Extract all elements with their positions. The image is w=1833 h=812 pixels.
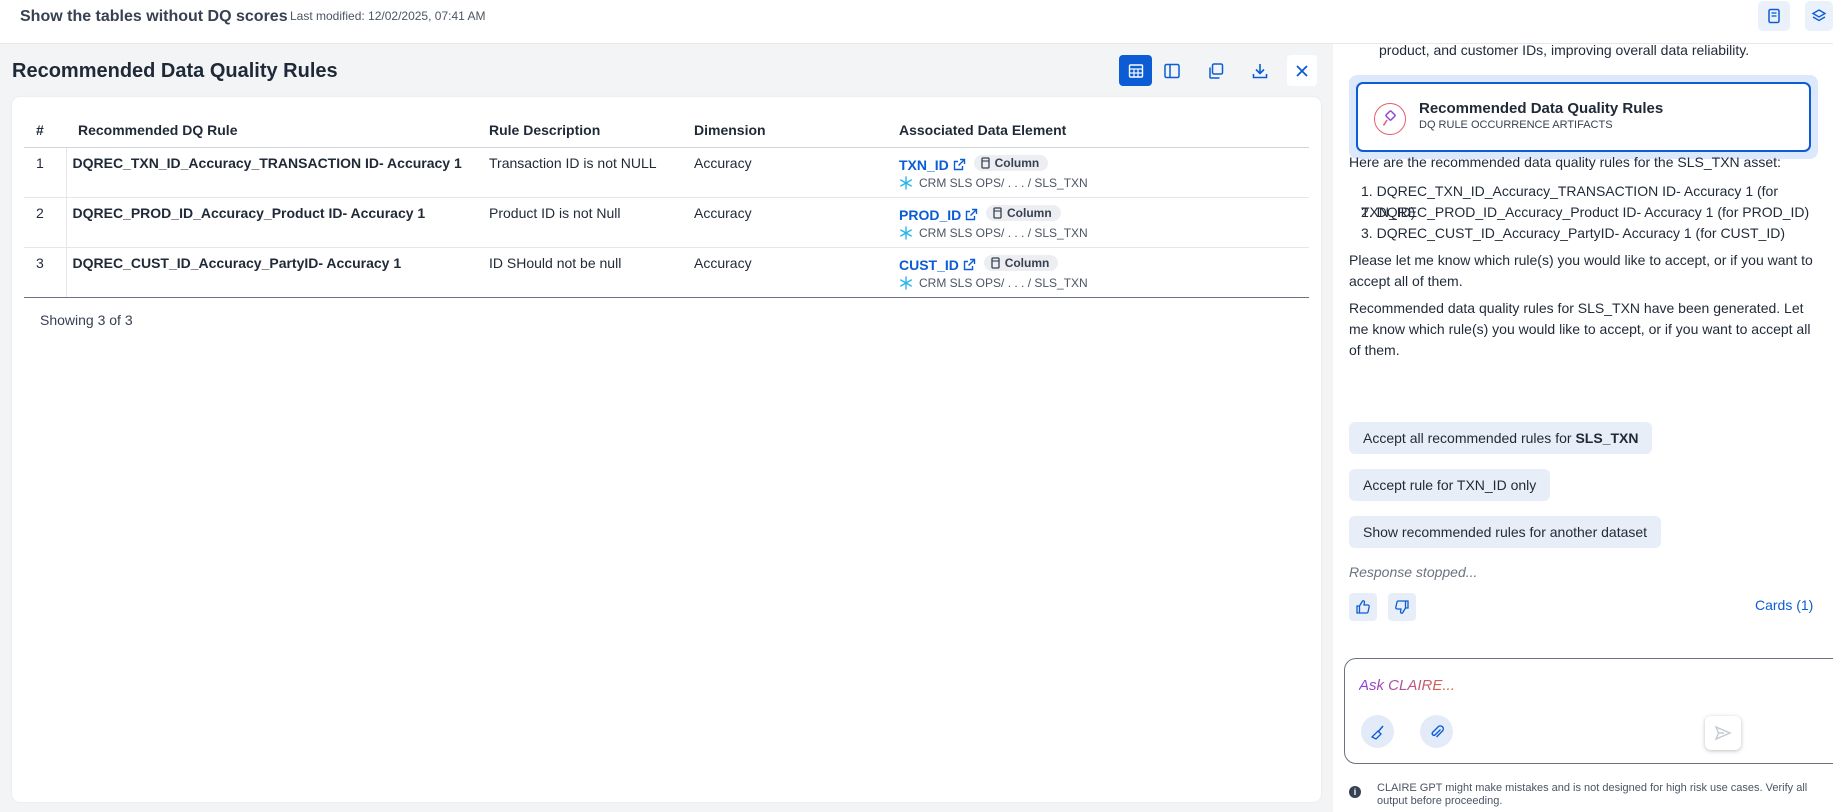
column-icon — [980, 156, 990, 169]
data-element-link[interactable]: TXN_ID — [899, 157, 949, 173]
snowflake-icon — [900, 275, 912, 290]
rule-description: Product ID is not Null — [477, 197, 682, 248]
last-modified: Last modified: 12/02/2025, 07:41 AM — [290, 9, 486, 23]
rules-table: # Recommended DQ Rule Rule Description D… — [24, 113, 1309, 298]
copy-icon — [1208, 62, 1223, 79]
rule-dimension: Accuracy — [682, 247, 887, 298]
column-header: # — [24, 113, 66, 148]
type-chip: Column — [973, 154, 1049, 171]
document-icon — [1768, 8, 1780, 24]
accept-one-suggestion[interactable]: Accept rule for TXN_ID only — [1349, 469, 1551, 501]
column-icon — [993, 206, 1002, 219]
send-button[interactable] — [1705, 716, 1741, 750]
associated-element: TXN_ID Column CRM SLS OPS/ . . . / SLS_T… — [887, 147, 1309, 198]
send-icon — [1714, 725, 1732, 741]
element-path: CRM SLS OPS/ . . . / SLS_TXN — [919, 225, 1088, 240]
associated-element: CUST_ID Column CRM SLS OPS/ . . . / SLS_… — [887, 247, 1309, 298]
notes-button[interactable] — [1758, 1, 1790, 31]
split-view-button[interactable] — [1155, 55, 1188, 86]
rule-description: Transaction ID is not NULL — [477, 147, 682, 198]
show-other-suggestion[interactable]: Show recommended rules for another datas… — [1349, 516, 1662, 548]
table-view-button[interactable] — [1119, 55, 1152, 86]
table-header-row: # Recommended DQ Rule Rule Description D… — [24, 113, 1309, 148]
rules-table-card: # Recommended DQ Rule Rule Description D… — [12, 97, 1321, 802]
attach-button[interactable] — [1420, 715, 1453, 748]
rule-dimension: Accuracy — [682, 197, 887, 248]
row-number: 2 — [24, 197, 66, 248]
column-header: Rule Description — [477, 113, 682, 148]
clear-chat-button[interactable] — [1361, 715, 1394, 748]
type-chip: Column — [986, 204, 1061, 221]
rule-name: DQREC_PROD_ID_Accuracy_Product ID- Accur… — [65, 197, 477, 248]
layers-button[interactable] — [1805, 1, 1833, 31]
element-path: CRM SLS OPS/ . . . / SLS_TXN — [919, 175, 1088, 190]
response-status: Response stopped... — [1349, 564, 1478, 580]
table-row[interactable]: 2 DQREC_PROD_ID_Accuracy_Product ID- Acc… — [24, 197, 1309, 248]
chat-panel: product, and customer IDs, improving ove… — [1333, 42, 1833, 812]
artifact-subtitle: DQ RULE OCCURRENCE ARTIFACTS — [1419, 119, 1613, 131]
disclaimer-text: CLAIRE GPT might make mistakes and is no… — [1377, 782, 1808, 807]
column-header: Recommended DQ Rule — [66, 113, 477, 148]
paperclip-icon — [1431, 724, 1444, 737]
conversation-title: Show the tables without DQ scores — [20, 8, 288, 25]
associated-element: PROD_ID Column CRM SLS OPS/ . . . / SLS_… — [887, 197, 1309, 248]
column-header: Associated Data Element — [887, 113, 1309, 148]
row-number: 1 — [24, 147, 66, 198]
chat-input-box[interactable]: Ask CLAIRE... — [1344, 658, 1833, 764]
message-text-fragment: product, and customer IDs, improving ove… — [1379, 42, 1750, 58]
download-button[interactable] — [1243, 55, 1276, 86]
thumbs-down-icon — [1395, 600, 1409, 614]
dq-rule-artifact-icon — [1374, 103, 1406, 135]
artifact-panel: Recommended Data Quality Rules # Recomme… — [0, 44, 1333, 812]
table-view-icon — [1128, 63, 1143, 78]
data-element-link[interactable]: PROD_ID — [899, 207, 961, 223]
snowflake-icon — [900, 225, 912, 240]
element-path: CRM SLS OPS/ . . . / SLS_TXN — [919, 275, 1088, 290]
rule-description: ID SHould not be null — [477, 247, 682, 298]
row-count: Showing 3 of 3 — [40, 312, 133, 328]
download-icon — [1252, 63, 1267, 78]
row-number: 3 — [24, 247, 66, 298]
external-link-icon[interactable] — [953, 158, 966, 171]
panel-title: Recommended Data Quality Rules — [12, 60, 338, 82]
artifact-title: Recommended Data Quality Rules — [1419, 100, 1664, 117]
table-row[interactable]: 1 DQREC_TXN_ID_Accuracy_TRANSACTION ID- … — [24, 147, 1309, 198]
external-link-icon[interactable] — [963, 258, 976, 271]
external-link-icon[interactable] — [965, 208, 978, 221]
info-icon: i — [1349, 786, 1361, 798]
thumbs-up-icon — [1356, 600, 1370, 614]
column-header: Dimension — [682, 113, 887, 148]
message-paragraph: Please let me know which rule(s) you wou… — [1349, 252, 1813, 289]
rule-name: DQREC_CUST_ID_Accuracy_PartyID- Accuracy… — [65, 247, 477, 298]
cards-link[interactable]: Cards (1) — [1755, 597, 1813, 613]
rule-name: DQREC_TXN_ID_Accuracy_TRANSACTION ID- Ac… — [65, 147, 477, 198]
broom-icon — [1370, 725, 1384, 740]
copy-button[interactable] — [1199, 55, 1232, 86]
data-element-link[interactable]: CUST_ID — [899, 257, 959, 273]
thumbs-down-button[interactable] — [1388, 593, 1416, 621]
accept-all-suggestion[interactable]: Accept all recommended rules for SLS_TXN — [1349, 422, 1653, 454]
chip-label: Column — [1004, 255, 1050, 270]
split-view-icon — [1163, 63, 1180, 78]
rule-list-item: 2. DQREC_PROD_ID_Accuracy_Product ID- Ac… — [1361, 204, 1810, 220]
chat-input-placeholder[interactable]: Ask CLAIRE... — [1359, 677, 1455, 694]
close-panel-button[interactable] — [1287, 55, 1317, 86]
chip-label: Column — [1007, 205, 1052, 220]
table-row[interactable]: 3 DQREC_CUST_ID_Accuracy_PartyID- Accura… — [24, 247, 1309, 298]
artifact-card[interactable]: Recommended Data Quality Rules DQ RULE O… — [1349, 75, 1818, 159]
type-chip: Column — [983, 254, 1059, 271]
message-intro: Here are the recommended data quality ru… — [1349, 154, 1781, 170]
chip-label: Column — [994, 155, 1040, 170]
thumbs-up-button[interactable] — [1349, 593, 1377, 621]
column-icon — [991, 256, 1000, 269]
message-paragraph: Recommended data quality rules for SLS_T… — [1349, 300, 1811, 358]
rule-list-item: 3. DQREC_CUST_ID_Accuracy_PartyID- Accur… — [1361, 225, 1786, 241]
top-bar: Show the tables without DQ scores Last m… — [0, 0, 1833, 44]
layers-icon — [1811, 9, 1827, 22]
snowflake-icon — [900, 175, 912, 190]
rule-dimension: Accuracy — [682, 147, 887, 198]
close-icon — [1296, 64, 1308, 77]
